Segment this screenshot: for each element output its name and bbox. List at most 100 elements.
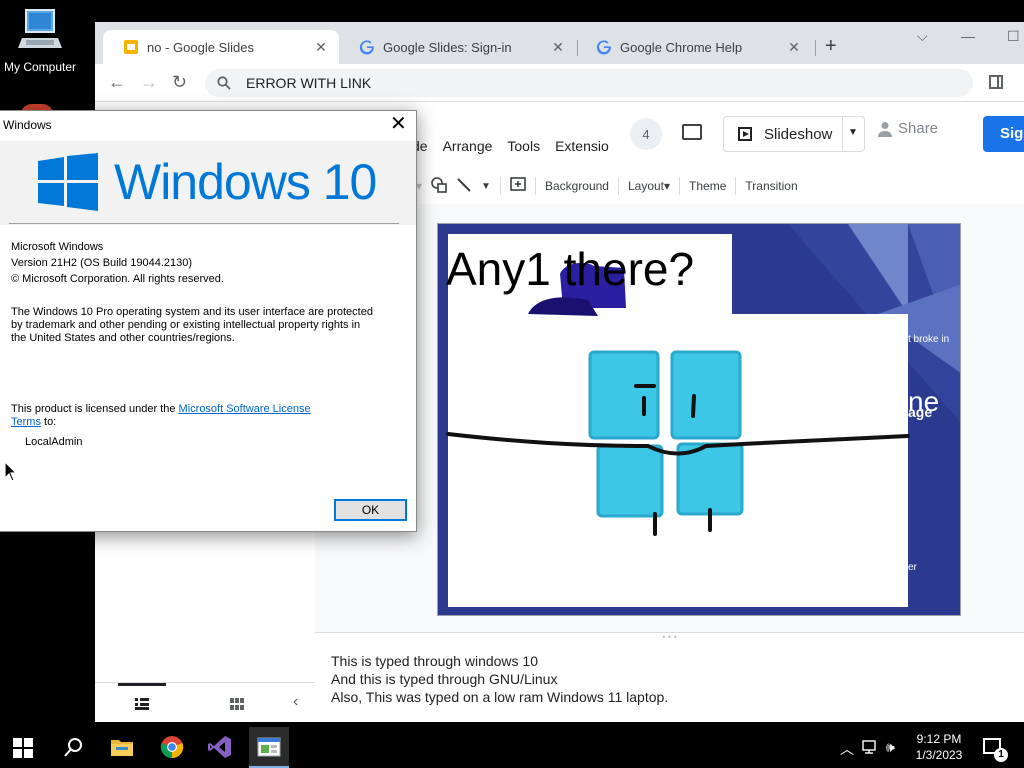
address-bar[interactable]: ERROR WITH LINK xyxy=(205,69,973,97)
tab-strip: no - Google Slides ✕ Google Slides: Sign… xyxy=(95,22,1024,64)
tab-sign-in[interactable]: Google Slides: Sign-in ✕ xyxy=(339,30,576,64)
comment-icon[interactable] xyxy=(682,124,702,140)
close-tab-icon[interactable]: ✕ xyxy=(550,39,566,56)
toolbar-divider xyxy=(617,177,619,195)
toolbar-divider xyxy=(735,177,737,195)
slides-header-actions: 4 Slideshow ▼ Share Sig xyxy=(612,104,1024,164)
license-line: Terms to: xyxy=(11,416,56,429)
back-button[interactable]: ← xyxy=(108,72,126,92)
menu-extensions[interactable]: Extensio xyxy=(555,138,609,160)
menu-arrange[interactable]: Arrange xyxy=(443,138,493,160)
format-toolbar: ▾ ▼ Background Layout▾ Theme Transition xyxy=(416,170,1024,202)
start-button[interactable] xyxy=(13,738,33,758)
grid-view-icon[interactable] xyxy=(230,697,244,710)
add-comment-icon[interactable] xyxy=(510,176,526,196)
present-icon xyxy=(738,127,752,141)
active-view-indicator xyxy=(118,683,166,686)
dialog-divider xyxy=(9,223,399,224)
computer-icon xyxy=(18,8,62,56)
share-button[interactable]: Share xyxy=(878,120,938,137)
slide[interactable]: Any1 there? t broke in ne age er xyxy=(437,223,961,616)
mouse-cursor-icon xyxy=(4,461,18,482)
forward-button[interactable]: → xyxy=(140,72,158,92)
transition-button[interactable]: Transition xyxy=(745,179,797,193)
theme-button[interactable]: Theme xyxy=(689,179,726,193)
taskbar-active-app[interactable] xyxy=(249,727,289,768)
shape-icon[interactable] xyxy=(431,176,447,196)
slides-icon xyxy=(124,40,138,54)
visual-studio-icon[interactable] xyxy=(208,735,232,759)
control-panel-icon xyxy=(257,737,281,757)
new-tab-button[interactable]: + xyxy=(825,36,837,56)
dialog-title: Windows xyxy=(3,118,52,132)
notes-line: And this is typed through GNU/Linux xyxy=(331,671,558,687)
windows-10-wordmark: Windows 10 xyxy=(114,154,377,210)
button-divider xyxy=(842,117,843,151)
layout-button[interactable]: Layout▾ xyxy=(628,179,670,193)
side-panel-icon[interactable] xyxy=(989,75,1003,89)
google-g-icon xyxy=(596,40,611,55)
collapse-panel-icon[interactable]: ‹ xyxy=(293,693,298,711)
slideshow-button[interactable]: Slideshow ▼ xyxy=(723,116,865,152)
slide-title: Any1 there? xyxy=(446,243,695,295)
clock-time: 9:12 PM xyxy=(916,732,962,746)
windows-logo-icon xyxy=(38,153,98,211)
filmstrip-footer: ‹ xyxy=(95,682,315,722)
reload-button[interactable]: ↻ xyxy=(172,72,187,92)
minimize-button[interactable]: — xyxy=(961,28,975,44)
filmstrip-view-icon[interactable] xyxy=(135,697,149,710)
legal-line: by trademark and other pending or existi… xyxy=(11,319,361,331)
browser-toolbar: ← → ↻ ERROR WITH LINK xyxy=(95,64,1024,102)
notes-resize-handle[interactable]: • • • xyxy=(315,632,1024,642)
license-suffix: to: xyxy=(40,416,57,428)
menu-tools[interactable]: Tools xyxy=(507,138,540,160)
close-icon[interactable]: ✕ xyxy=(390,113,407,135)
desktop-icon-label: My Computer xyxy=(3,60,77,74)
desktop-icon-my-computer[interactable]: My Computer xyxy=(0,8,80,74)
chrome-icon[interactable] xyxy=(160,735,184,759)
tab-search-icon[interactable]: ⌵ xyxy=(917,28,928,45)
screen: My Computer no - Google Slides ✕ Google … xyxy=(0,0,1024,768)
speaker-notes[interactable]: This is typed through windows 10 And thi… xyxy=(315,642,1024,722)
collaborator-count[interactable]: 4 xyxy=(630,118,662,150)
maximize-button[interactable]: ☐ xyxy=(1007,28,1020,45)
network-icon[interactable] xyxy=(862,740,880,754)
google-g-icon xyxy=(359,40,374,55)
chevron-down-icon[interactable]: ▼ xyxy=(848,127,858,138)
system-clock[interactable]: 9:12 PM 1/3/2023 xyxy=(912,731,966,763)
ok-button[interactable]: OK xyxy=(334,499,407,521)
share-label: Share xyxy=(898,120,939,137)
tab-chrome-help[interactable]: Google Chrome Help ✕ xyxy=(576,30,812,64)
notes-line: This is typed through windows 10 xyxy=(331,653,538,669)
file-explorer-icon[interactable] xyxy=(110,735,134,759)
notification-badge: 1 xyxy=(994,748,1008,762)
line-icon[interactable] xyxy=(456,177,472,196)
search-icon[interactable] xyxy=(62,735,86,759)
close-tab-icon[interactable]: ✕ xyxy=(786,39,802,56)
license-terms-link[interactable]: Microsoft Software License xyxy=(179,403,311,415)
version-text: Version 21H2 (OS Build 19044.2130) xyxy=(11,257,193,269)
dialog-banner: Windows 10 xyxy=(0,141,416,225)
search-icon xyxy=(217,76,231,90)
chevron-up-icon[interactable]: ︿ xyxy=(840,739,854,759)
person-icon xyxy=(878,121,892,137)
legal-line: the United States and other countries/re… xyxy=(11,332,235,344)
line-dropdown-icon[interactable]: ▼ xyxy=(481,181,491,192)
chevron-down-icon: ▾ xyxy=(664,179,671,193)
taskbar: ︿ 🕪 9:12 PM 1/3/2023 1 xyxy=(0,727,1024,768)
licensee-name: LocalAdmin xyxy=(25,436,83,448)
close-tab-icon[interactable]: ✕ xyxy=(313,39,329,56)
background-button[interactable]: Background xyxy=(545,179,609,193)
layout-label: Layout xyxy=(627,179,665,193)
sign-in-button[interactable]: Sig xyxy=(983,116,1024,152)
tab-slides[interactable]: no - Google Slides ✕ xyxy=(103,30,339,64)
volume-icon[interactable]: 🕪 xyxy=(886,739,895,756)
copyright-text: © Microsoft Corporation. All rights rese… xyxy=(11,273,224,285)
license-prefix: This product is licensed under the xyxy=(11,403,179,415)
slide-text-fragment: t broke in xyxy=(908,334,950,345)
slide-text-fragment: er xyxy=(908,562,917,573)
about-windows-dialog: Windows ✕ Windows 10 Microsoft Windows V… xyxy=(0,110,417,532)
tab-separator xyxy=(815,40,816,56)
license-terms-link[interactable]: Terms xyxy=(11,416,41,428)
tab-title: no - Google Slides xyxy=(147,39,254,55)
